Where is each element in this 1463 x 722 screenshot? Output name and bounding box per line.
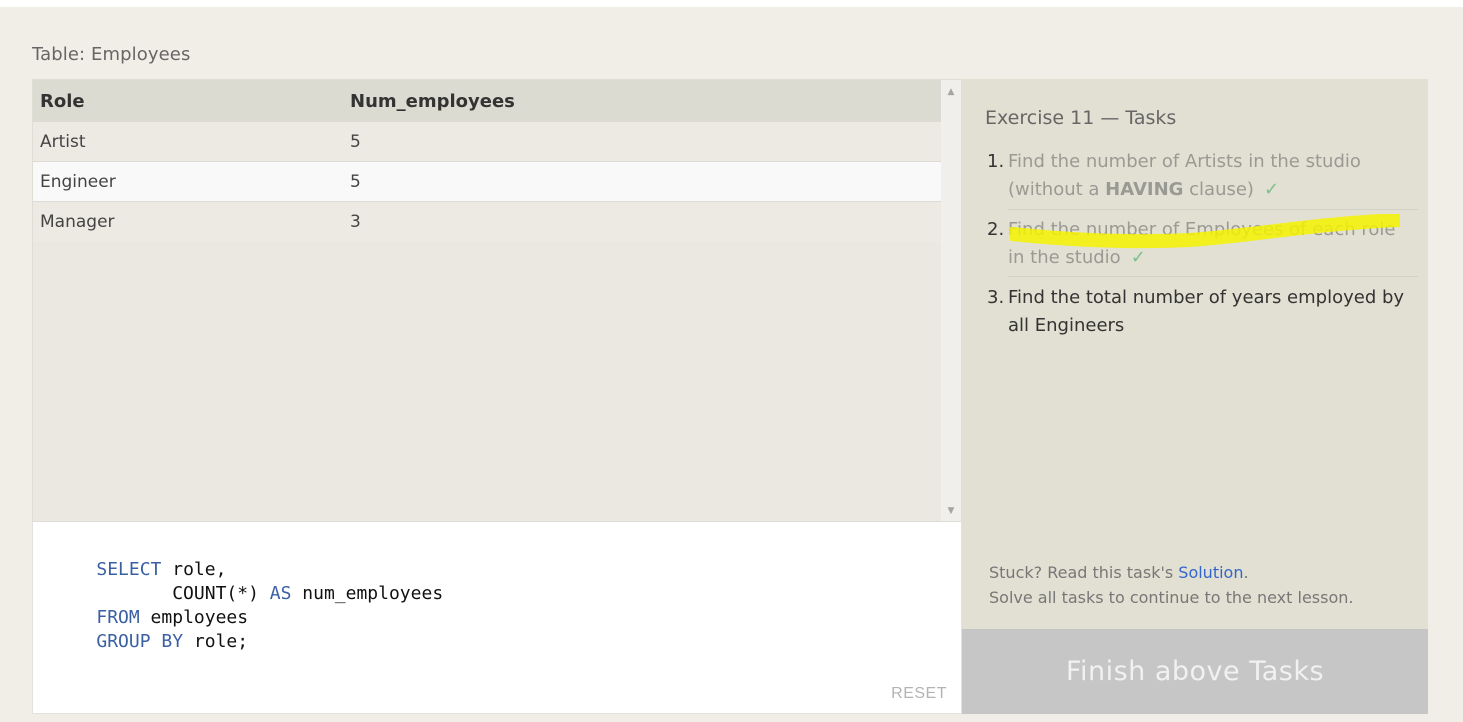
task-text: Find the number of Employees of each rol… <box>1008 219 1396 268</box>
finish-tasks-button[interactable]: Finish above Tasks <box>962 629 1428 714</box>
table-cell-role: Engineer <box>40 171 116 192</box>
table-cell-role: Artist <box>40 131 86 152</box>
task-text: Find the total number of years employed … <box>1008 287 1405 336</box>
task-number: 3. <box>987 287 1005 308</box>
code-line: SELECT role, <box>53 534 226 580</box>
table-cell-count: 3 <box>350 212 361 232</box>
help-text-continue: Solve all tasks to continue to the next … <box>989 588 1354 607</box>
table-header: Role Num_employees <box>33 80 941 122</box>
code-token: num_employees <box>291 583 444 604</box>
task-divider <box>1008 209 1418 210</box>
scroll-down-arrow-icon[interactable]: ▼ <box>941 501 961 521</box>
task-text: Find the number of Artists in the studio… <box>1008 151 1361 200</box>
results-scrollbar[interactable]: ▲ ▼ <box>941 80 961 521</box>
tasks-panel: Exercise 11 — Tasks 1. Find the number o… <box>962 79 1428 629</box>
code-line: FROM employees <box>53 582 248 628</box>
column-header-num-employees: Num_employees <box>350 90 515 112</box>
reset-button[interactable]: RESET <box>891 685 947 703</box>
column-header-role: Role <box>40 90 85 112</box>
table-row: Manager 3 <box>33 202 941 242</box>
check-icon: ✓ <box>1263 179 1280 200</box>
table-row: Artist 5 <box>33 122 941 162</box>
solution-link[interactable]: Solution <box>1178 563 1243 582</box>
tasks-title: Exercise 11 — Tasks <box>985 107 1177 129</box>
scroll-up-arrow-icon[interactable]: ▲ <box>941 82 961 102</box>
code-token: role; <box>183 631 249 652</box>
table-cell-count: 5 <box>350 171 361 192</box>
task-divider <box>1008 276 1418 277</box>
table-cell-count: 5 <box>350 131 361 152</box>
task-item-1: 1. Find the number of Artists in the stu… <box>987 148 1417 204</box>
code-line: COUNT(*) AS num_employees <box>53 558 443 604</box>
code-line: GROUP BY role; <box>53 606 248 652</box>
task-item-2: 2. Find the number of Employees of each … <box>987 216 1417 272</box>
results-table: Role Num_employees Artist 5 Engineer 5 M… <box>32 79 962 522</box>
help-text-solution: Stuck? Read this task's Solution. <box>989 563 1249 582</box>
table-row: Engineer 5 <box>33 162 941 202</box>
code-token-keyword: GROUP BY <box>96 631 184 652</box>
check-icon: ✓ <box>1130 247 1146 268</box>
task-item-3: 3. Find the total number of years employ… <box>987 284 1417 340</box>
task-number: 2. <box>987 219 1005 240</box>
table-title: Table: Employees <box>32 44 191 65</box>
table-cell-role: Manager <box>40 212 115 232</box>
code-token-keyword: AS <box>269 583 292 604</box>
top-strip <box>0 0 1463 7</box>
task-number: 1. <box>987 151 1005 172</box>
sql-editor[interactable]: SELECT role, COUNT(*) AS num_employees F… <box>32 522 962 714</box>
